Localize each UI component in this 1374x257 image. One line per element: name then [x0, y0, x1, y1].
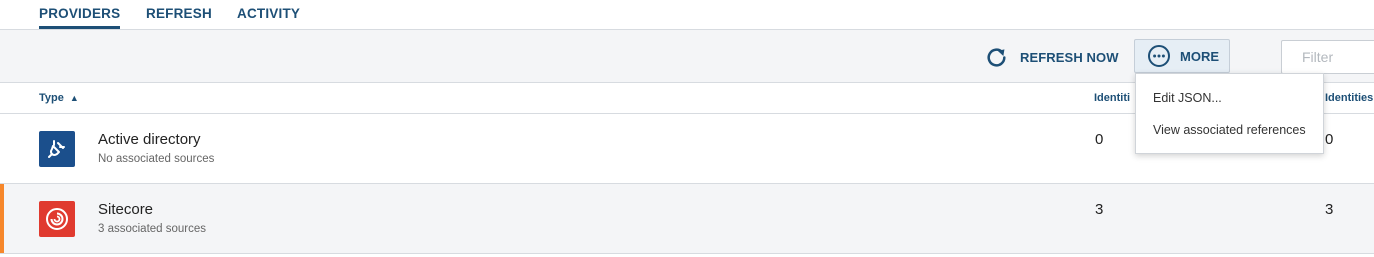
sort-ascending-icon: ▲ — [69, 93, 79, 103]
identities-count: 3 — [1095, 201, 1104, 218]
tab-bar: PROVIDERS REFRESH ACTIVITY — [0, 0, 1374, 30]
more-label: MORE — [1180, 48, 1219, 64]
provider-name: Sitecore — [98, 201, 154, 218]
identities-count: 0 — [1095, 131, 1104, 148]
menu-item-edit-json[interactable]: Edit JSON... — [1153, 91, 1222, 105]
menu-item-view-associated-references[interactable]: View associated references — [1153, 123, 1306, 137]
filter-field-container — [1281, 40, 1374, 74]
provider-name: Active directory — [98, 131, 201, 148]
filter-input[interactable] — [1282, 41, 1374, 73]
refresh-now-label: REFRESH NOW — [1020, 49, 1119, 65]
tab-activity[interactable]: ACTIVITY — [237, 6, 300, 21]
provider-subtitle: No associated sources — [98, 153, 215, 165]
identities-count-secondary: 0 — [1325, 131, 1334, 148]
more-button[interactable]: MORE — [1134, 39, 1230, 73]
provider-subtitle: 3 associated sources — [98, 223, 207, 235]
table-row-selected[interactable]: Sitecore 3 associated sources 3 3 — [0, 184, 1374, 254]
column-header-type[interactable]: Type ▲ — [39, 92, 79, 104]
column-header-identities[interactable]: Identiti — [1094, 92, 1130, 104]
refresh-now-button[interactable]: REFRESH NOW — [984, 43, 1119, 71]
tab-providers[interactable]: PROVIDERS — [39, 6, 121, 29]
ellipsis-circle-icon — [1147, 44, 1171, 68]
more-dropdown-menu: Edit JSON... View associated references — [1135, 73, 1324, 154]
column-header-type-label: Type — [39, 92, 64, 104]
refresh-icon — [984, 45, 1009, 70]
plug-icon — [39, 131, 75, 167]
tab-refresh[interactable]: REFRESH — [146, 6, 212, 21]
column-header-identities-secondary[interactable]: Identities — [1325, 92, 1373, 104]
identities-count-secondary: 3 — [1325, 201, 1334, 218]
sitecore-logo-icon — [39, 201, 75, 237]
